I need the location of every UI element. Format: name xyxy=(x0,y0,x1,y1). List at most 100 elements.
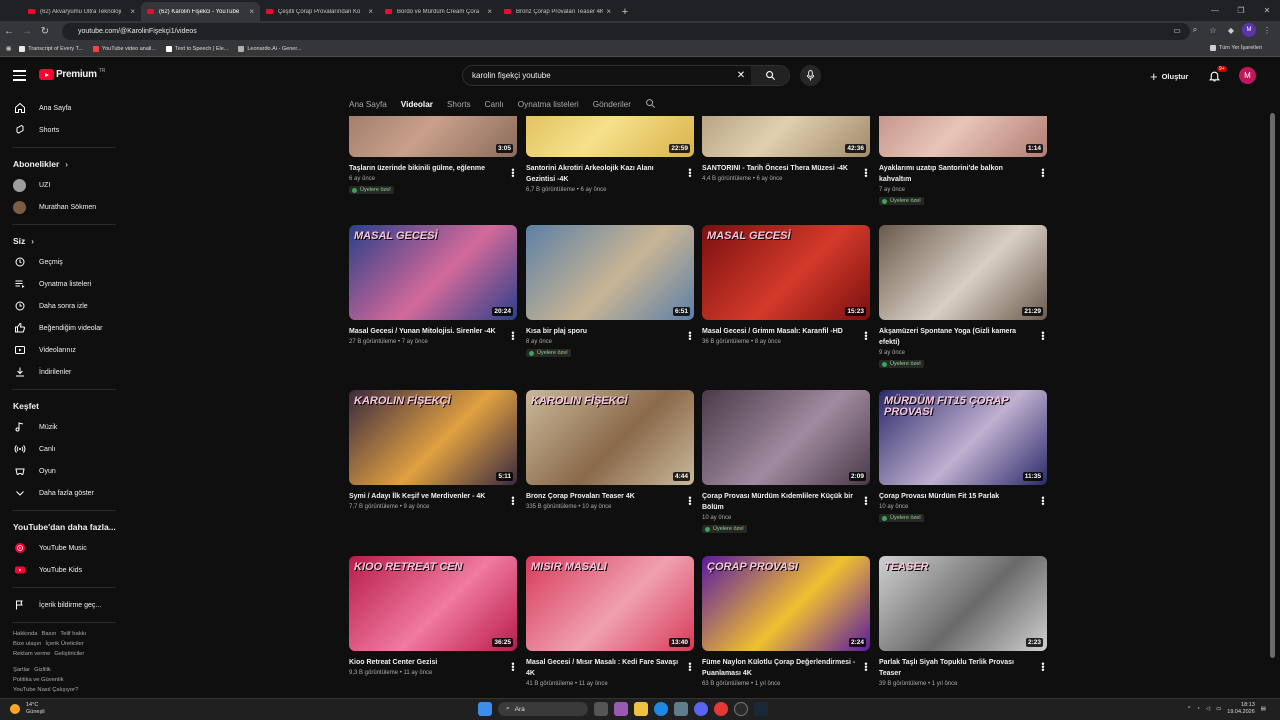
sidebar-item-home[interactable]: Ana Sayfa xyxy=(0,97,128,119)
tab-videos[interactable]: Videolar xyxy=(401,100,433,109)
video-title[interactable]: Masal Gecesi / Grimm Masalı: Karanfil -H… xyxy=(702,326,856,337)
scrollbar-thumb[interactable] xyxy=(1270,113,1275,658)
browser-tab[interactable]: Çeşitli Çorap Provalarından Ko × xyxy=(260,2,379,21)
youtube-premium-logo[interactable]: Premium TR xyxy=(39,68,105,80)
sidebar-item-liked[interactable]: Beğendiğim videolar xyxy=(0,317,128,339)
clock[interactable]: 18:13 19.04.2026 xyxy=(1227,702,1255,716)
sidebar-item-show-more[interactable]: Daha fazla göster xyxy=(0,482,128,504)
edge-icon[interactable] xyxy=(654,702,668,716)
more-actions-icon[interactable]: • • • xyxy=(864,660,868,675)
sidebar-item-history[interactable]: Geçmiş xyxy=(0,251,128,273)
video-card[interactable]: 6:51 Kısa bir plaj sporu 8 ay önce Üyelere … xyxy=(526,225,694,358)
steam-icon[interactable] xyxy=(754,702,768,716)
footer-link[interactable]: Reklam verme xyxy=(13,651,50,657)
notifications-button[interactable]: 9+ xyxy=(1208,66,1227,83)
more-actions-icon[interactable]: • • • xyxy=(1041,329,1045,344)
video-card[interactable]: MÜRDÜM FIT15 ÇORAP PROVASI 11:35 Çorap Pro… xyxy=(879,390,1047,523)
page-scrollbar[interactable] xyxy=(1268,93,1277,698)
video-title[interactable]: Santorini Akrotiri Arkeolojik Kazı Alanı… xyxy=(526,163,680,185)
footer-link[interactable]: Bize ulaşın xyxy=(13,641,41,647)
minimize-icon[interactable]: — xyxy=(1202,0,1228,21)
sidebar-item-report-history[interactable]: İçerik bildirme geç... xyxy=(0,594,128,616)
video-title[interactable]: Parlak Taşlı Siyah Topuklu Terlik Provas… xyxy=(879,657,1033,679)
maximize-icon[interactable]: ❐ xyxy=(1228,0,1254,21)
reload-icon[interactable]: ↻ xyxy=(36,23,54,41)
video-thumbnail[interactable]: 42:36 xyxy=(702,116,870,157)
video-title[interactable]: Füme Naylon Külotlu Çorap Değerlendirmes… xyxy=(702,657,856,679)
video-title[interactable]: Masal Gecesi / Yunan Mitolojisi. Sirenle… xyxy=(349,326,503,337)
address-bar[interactable]: youtube.com/@KarolinFişekçi1/videos xyxy=(62,23,1190,40)
more-actions-icon[interactable]: • • • xyxy=(864,166,868,181)
video-thumbnail[interactable]: 21:29 xyxy=(879,225,1047,320)
task-view-icon[interactable] xyxy=(594,702,608,716)
video-card[interactable]: 21:29 Akşamüzeri Spontane Yoga (Gizli kam… xyxy=(879,225,1047,369)
video-title[interactable]: Masal Gecesi / Mısır Masalı : Kedi Fare … xyxy=(526,657,680,679)
more-actions-icon[interactable]: • • • xyxy=(688,660,692,675)
video-title[interactable]: Çorap Provası Mürdüm Fit 15 Parlak xyxy=(879,491,1033,502)
speaker-icon[interactable]: ◁ xyxy=(1206,706,1210,712)
channel-search-icon[interactable] xyxy=(645,98,656,111)
tab-shorts[interactable]: Shorts xyxy=(447,100,471,109)
subscriptions-heading[interactable]: Abonelikler › xyxy=(0,154,128,174)
sidebar-item-subscription[interactable]: UZI xyxy=(0,174,128,196)
more-actions-icon[interactable]: • • • xyxy=(1041,166,1045,181)
close-tab-icon[interactable]: × xyxy=(606,7,611,16)
tab-playlists[interactable]: Oynatma listeleri xyxy=(518,100,579,109)
footer-link[interactable]: Şartlar xyxy=(13,667,30,673)
hamburger-menu-icon[interactable] xyxy=(13,69,26,82)
search-input[interactable]: karolin fişekçi youtube xyxy=(472,71,731,80)
taskbar-search[interactable]: ⌕ Ara xyxy=(498,702,588,716)
video-card[interactable]: MASAL GECESİ 20:24 Masal Gecesi / Yunan Mi… xyxy=(349,225,517,348)
search-box[interactable]: karolin fişekçi youtube ✕ xyxy=(462,65,790,86)
footer-link[interactable]: Basın xyxy=(42,631,57,637)
sidebar-item-live[interactable]: Canlı xyxy=(0,438,128,460)
video-card[interactable]: KAROLIN FİŞEKÇİ 5:11 Symi / Adayı İlk Keşi… xyxy=(349,390,517,513)
network-icon[interactable]: ◔ xyxy=(1197,706,1200,712)
tray-chevron-icon[interactable]: ^ xyxy=(1188,706,1191,712)
more-actions-icon[interactable]: • • • xyxy=(688,166,692,181)
video-thumbnail[interactable]: MÜRDÜM FIT15 ÇORAP PROVASI 11:35 xyxy=(879,390,1047,485)
video-thumbnail[interactable]: 6:51 xyxy=(526,225,694,320)
video-thumbnail[interactable]: KIOO RETREAT CEN 36:25 xyxy=(349,556,517,651)
video-title[interactable]: Akşamüzeri Spontane Yoga (Gizli kamera e… xyxy=(879,326,1033,348)
video-thumbnail[interactable]: 1:14 xyxy=(879,116,1047,157)
more-actions-icon[interactable]: • • • xyxy=(688,329,692,344)
more-actions-icon[interactable]: • • • xyxy=(511,329,515,344)
weather-widget[interactable]: 14°C Güneşli xyxy=(10,702,45,716)
bookmark-item[interactable]: Leonardo.Ai - Gener... xyxy=(238,46,301,52)
footer-link[interactable]: Gizlilik xyxy=(34,667,51,673)
new-tab-button[interactable]: + xyxy=(617,2,633,21)
forward-icon[interactable]: → xyxy=(18,23,36,41)
video-thumbnail[interactable]: 3:05 xyxy=(349,116,517,157)
video-card[interactable]: KAZI ALANI22:59 Santorini Akrotiri Arkeol… xyxy=(526,116,694,196)
video-title[interactable]: Kioo Retreat Center Gezisi xyxy=(349,657,503,668)
sidebar-item-music[interactable]: Müzik xyxy=(0,416,128,438)
video-card[interactable]: 42:36 SANTORINI - Tarih Öncesi Thera Müze… xyxy=(702,116,870,185)
account-avatar[interactable]: M xyxy=(1239,67,1256,84)
video-card[interactable]: 1:14 Ayaklarımı uzatıp Santorini'de balko… xyxy=(879,116,1047,206)
video-card[interactable]: MASAL GECESİ 15:23 Masal Gecesi / Grimm Ma… xyxy=(702,225,870,348)
more-actions-icon[interactable]: • • • xyxy=(511,166,515,181)
close-tab-icon[interactable]: × xyxy=(130,7,135,16)
extensions-icon[interactable]: ◆ xyxy=(1224,23,1238,37)
browser-tab-active[interactable]: (62) Karolin Fişekci - YouTube × xyxy=(141,2,260,21)
more-actions-icon[interactable]: • • • xyxy=(864,329,868,344)
all-bookmarks-folder[interactable]: Tüm Yer İşaretleri xyxy=(1209,45,1262,51)
video-card[interactable]: MISIR MASALI 13:40 Masal Gecesi / Mısır Ma… xyxy=(526,556,694,690)
video-thumbnail[interactable]: MASAL GECESİ 15:23 xyxy=(702,225,870,320)
you-heading[interactable]: Siz › xyxy=(0,231,128,251)
file-explorer-icon[interactable] xyxy=(634,702,648,716)
battery-icon[interactable]: ▭ xyxy=(1216,706,1221,712)
bookmark-star-icon[interactable]: ☆ xyxy=(1206,23,1220,37)
apps-icon[interactable]: ▦ xyxy=(6,46,11,52)
video-card[interactable]: ÇORAP PROVASI 2:24 Füme Naylon Külotlu Çor… xyxy=(702,556,870,690)
video-thumbnail[interactable]: MISIR MASALI 13:40 xyxy=(526,556,694,651)
video-card[interactable]: 3:05 Taşların üzerinde bikinili gülme, eğ… xyxy=(349,116,517,195)
more-actions-icon[interactable]: • • • xyxy=(1041,494,1045,509)
tab-posts[interactable]: Gönderiler xyxy=(593,100,631,109)
more-actions-icon[interactable]: • • • xyxy=(688,494,692,509)
bookmark-item[interactable]: YouTube video anali... xyxy=(92,46,156,52)
search-button[interactable] xyxy=(751,66,789,85)
video-thumbnail[interactable]: MASAL GECESİ 20:24 xyxy=(349,225,517,320)
sidebar-item-shorts[interactable]: Shorts xyxy=(0,119,128,141)
